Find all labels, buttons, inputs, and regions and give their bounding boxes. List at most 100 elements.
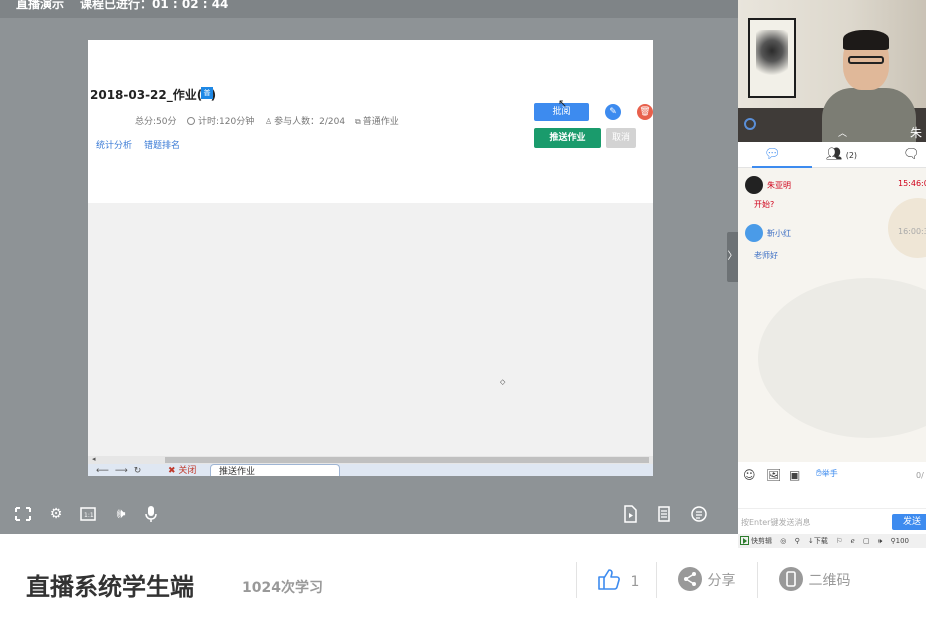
ratio-icon[interactable]: 1:1 <box>79 504 99 524</box>
participants-count: (2) <box>845 151 858 160</box>
copy-icon: ⧉ <box>355 117 361 126</box>
raise-hand-button[interactable]: ✋︎举手 <box>816 468 838 479</box>
shared-window-tabstrip: ⟵⟶↻ ✖ 关闭 推送作业 <box>88 464 653 476</box>
like-count: 1 <box>630 574 640 590</box>
settings-icon[interactable]: ⚙ <box>46 504 66 524</box>
stats-link[interactable]: 统计分析 <box>96 138 132 151</box>
teacher-glasses <box>848 56 884 64</box>
study-count: 1024次学习 <box>242 580 323 596</box>
divider <box>757 562 758 598</box>
window-icon[interactable]: ▢ <box>863 534 870 548</box>
page: 直播演示 课程已进行：01 : 02 : 44 2018-03-22_作业(1)… <box>0 0 926 631</box>
participants: ♙ 参与人数：2/204 <box>265 114 345 127</box>
like-button[interactable]: 1 <box>596 566 639 594</box>
circle-icon[interactable]: ◎ <box>780 534 786 548</box>
player-controls: ⚙ 1:1 🕪 <box>0 498 738 534</box>
divider <box>656 562 657 598</box>
browser-statusbar: 快剪辑 ◎ ⚲ ↓下载 ⚐ ℯ ▢ 🕪 ⚲100 <box>738 534 926 548</box>
course-title: 直播系统学生端 <box>26 573 194 601</box>
message-text: 老师好 <box>754 251 778 260</box>
qrcode-button[interactable]: 二维码 <box>778 566 850 594</box>
divider <box>576 562 577 598</box>
quick-edit-label: 快剪辑 <box>751 537 772 545</box>
chat-background-decoration <box>758 278 926 438</box>
shared-screen: 2018-03-22_作业(1) 普 总分:50分 计时:120分钟 ♙ 参与人数… <box>88 40 653 476</box>
collapse-panel-handle[interactable]: 〉 <box>727 232 738 282</box>
fullscreen-icon[interactable] <box>14 504 34 524</box>
homework-type-badge: 普 <box>201 87 213 99</box>
shared-tab[interactable]: 推送作业 <box>210 464 340 476</box>
participants-text: 参与人数：2/204 <box>274 117 346 127</box>
time-limit-text: 计时:120分钟 <box>198 117 255 127</box>
message-sender: 朱亚明 <box>767 181 791 190</box>
scroll-left-icon[interactable]: ◂ <box>92 455 96 463</box>
chat-toolbar: ☺ 🖼︎ ▣ ✋︎举手 0/ <box>738 462 926 490</box>
file-play-icon[interactable] <box>622 504 642 524</box>
download-item[interactable]: ↓下载 <box>808 534 828 548</box>
tab-qa[interactable]: 🗨︎ <box>903 146 920 164</box>
course-timer: 课程已进行：01 : 02 : 44 <box>80 0 229 11</box>
zoom-item[interactable]: ⚲100 <box>890 534 909 548</box>
user-icon: ♙ <box>265 117 273 126</box>
chat-input-area[interactable]: 按Enter键发送消息 发送 <box>738 508 926 534</box>
video-logo-icon <box>744 118 756 130</box>
teacher-hair <box>843 30 889 50</box>
emoji-icon[interactable]: ☺ <box>743 468 756 482</box>
chat-messages: 朱亚明 15:46:0 开始? 靳小红 16:00:3 老师好 <box>738 168 926 462</box>
delete-icon[interactable]: 🗑 <box>637 104 653 120</box>
edit-icon[interactable]: ✎ <box>605 104 621 120</box>
phone-icon <box>779 567 803 591</box>
wrong-rank-link[interactable]: 错题排名 <box>144 138 180 151</box>
push-homework-button[interactable]: 推送作业 <box>534 128 601 148</box>
document-icon[interactable] <box>656 504 676 524</box>
pin-icon[interactable]: ⚲ <box>795 534 800 548</box>
send-button[interactable]: 发送 <box>892 514 926 530</box>
player-title: 直播演示 <box>16 0 65 11</box>
list-circle-icon[interactable] <box>690 504 710 524</box>
thumbs-up-icon <box>598 569 620 590</box>
qrcode-label: 二维码 <box>808 573 851 589</box>
homework-type-text: 普通作业 <box>362 117 399 127</box>
svg-text:1:1: 1:1 <box>84 512 94 519</box>
quick-edit-item[interactable]: 快剪辑 <box>740 534 772 548</box>
flag-icon[interactable]: ⚐ <box>836 534 842 548</box>
avatar <box>745 224 763 242</box>
tab-participants[interactable]: 👥︎ (2) <box>826 146 857 164</box>
download-label: 下载 <box>813 537 828 545</box>
message-time: 16:00:3 <box>898 227 926 236</box>
share-label: 分享 <box>707 573 736 589</box>
tab-chat[interactable]: 💬︎ <box>764 146 781 164</box>
time-limit: 计时:120分钟 <box>187 114 254 127</box>
ie-icon[interactable]: ℯ <box>851 534 855 548</box>
share-button[interactable]: 分享 <box>677 566 735 594</box>
clock-icon <box>187 117 195 125</box>
speaker-name: 朱 <box>910 126 923 140</box>
homework-card: 2018-03-22_作业(1) 普 总分:50分 计时:120分钟 ♙ 参与人数… <box>88 40 653 203</box>
teacher-video: ︿ 朱 <box>738 0 926 142</box>
microphone-icon[interactable] <box>144 504 164 524</box>
message-text: 开始? <box>754 200 775 209</box>
total-score: 总分:50分 <box>135 117 177 127</box>
raise-hand-label: 举手 <box>821 469 838 478</box>
share-icon <box>678 567 702 591</box>
volume-icon[interactable]: 🕪 <box>878 534 882 548</box>
screenshot-icon[interactable]: ▣ <box>789 468 800 482</box>
close-tab-button[interactable]: ✖ 关闭 <box>168 464 196 476</box>
teacher-body <box>822 88 916 142</box>
scrollbar-thumb[interactable] <box>165 457 649 463</box>
message-time: 15:46:0 <box>898 179 926 188</box>
chevron-up-icon[interactable]: ︿ <box>838 126 847 139</box>
painting-ink <box>756 30 788 82</box>
panel-tabs: 💬︎ 👥︎ (2) 🗨︎ <box>738 142 926 168</box>
homework-title: 2018-03-22_作业(1) <box>90 88 217 102</box>
horizontal-scrollbar[interactable]: ◂ <box>88 455 653 464</box>
cancel-button[interactable]: 取消 <box>606 128 636 148</box>
live-player: 直播演示 课程已进行：01 : 02 : 44 2018-03-22_作业(1)… <box>0 0 738 534</box>
homework-type: ⧉ 普通作业 <box>355 114 399 127</box>
speaker-icon[interactable]: 🕪 <box>111 504 131 524</box>
image-icon[interactable]: 🖼︎ <box>766 468 781 482</box>
right-panel: ︿ 朱 💬︎ 👥︎ (2) 🗨︎ 朱亚明 15:46:0 开始? 靳小红 16:… <box>738 0 926 548</box>
chat-input[interactable]: 按Enter键发送消息 <box>741 517 810 528</box>
char-counter: 0/ <box>916 471 924 480</box>
message-sender: 靳小红 <box>767 229 791 238</box>
